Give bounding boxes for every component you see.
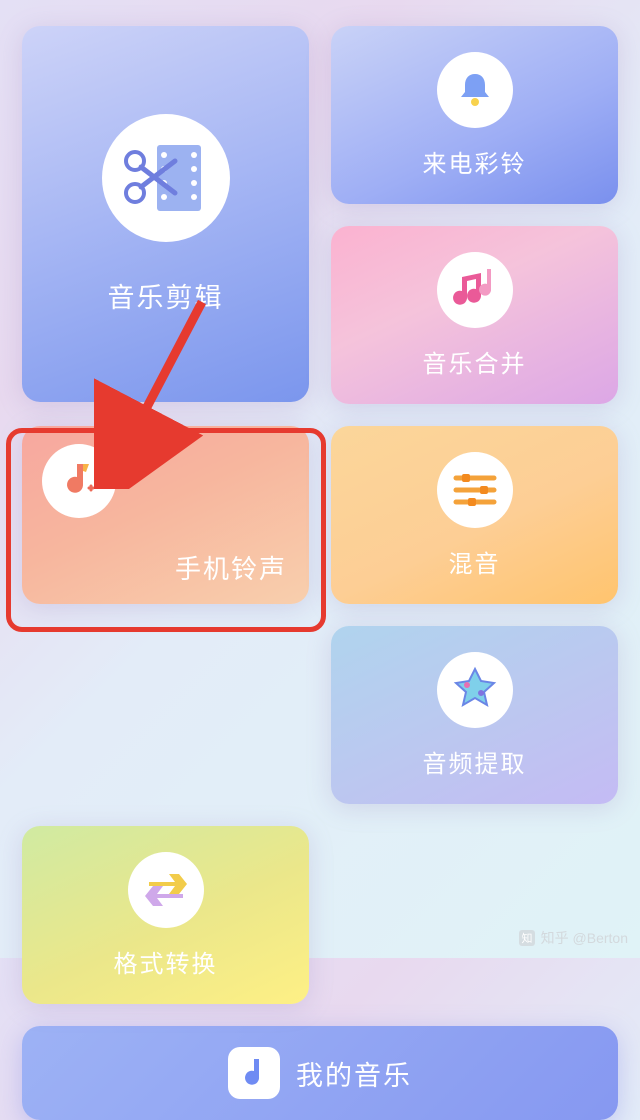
card-label: 混音: [449, 544, 501, 579]
note-plus-icon: [42, 444, 116, 518]
card-incoming-ringtone[interactable]: 来电彩铃: [331, 26, 618, 204]
music-edit-icon: [102, 114, 230, 242]
sliders-icon: [437, 452, 513, 528]
double-note-icon: [437, 252, 513, 328]
card-music-merge[interactable]: 音乐合并: [331, 226, 618, 404]
card-format-convert[interactable]: 格式转换: [22, 826, 309, 1004]
card-mix[interactable]: 混音: [331, 426, 618, 604]
card-label: 音乐剪辑: [108, 276, 224, 315]
card-label: 音频提取: [423, 744, 527, 779]
music-note-icon: [228, 1047, 280, 1099]
card-audio-extract[interactable]: 音频提取: [331, 626, 618, 804]
svg-text:知: 知: [521, 931, 532, 945]
card-music-edit[interactable]: 音乐剪辑: [22, 26, 309, 402]
bottom-label: 我的音乐: [296, 1054, 412, 1093]
feature-grid: 音乐剪辑 来电彩铃 音乐合并 手机铃声: [0, 0, 640, 1004]
card-label: 来电彩铃: [423, 144, 527, 179]
bell-icon: [437, 52, 513, 128]
arrows-exchange-icon: [128, 852, 204, 928]
card-label: 手机铃声: [175, 549, 287, 586]
card-label: 音乐合并: [423, 344, 527, 379]
my-music-bar[interactable]: 我的音乐: [22, 1026, 618, 1120]
card-label: 格式转换: [114, 944, 218, 979]
watermark: 知 知乎 @Berton: [519, 928, 628, 948]
star-note-icon: [437, 652, 513, 728]
card-phone-ringtone[interactable]: 手机铃声: [22, 426, 309, 604]
